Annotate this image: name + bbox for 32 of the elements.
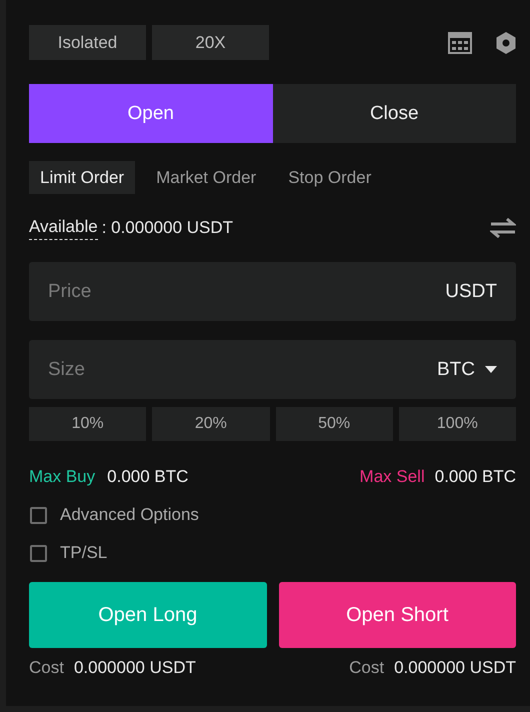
margin-mode-button[interactable]: Isolated <box>29 25 146 60</box>
percentage-button[interactable]: 50% <box>276 407 393 441</box>
short-button[interactable]: Open Short <box>278 582 516 648</box>
option-label: Advanced Options <box>60 505 199 525</box>
caret-icon <box>485 366 497 374</box>
cost-value: 0.000000 USDT <box>74 658 196 678</box>
cost-label: Cost <box>29 658 64 678</box>
max-buy-label: Max Buy <box>29 467 96 487</box>
percentage-button[interactable]: 100% <box>398 407 516 441</box>
order-type-tab[interactable]: Market Order <box>145 161 268 194</box>
price-unit: USDT <box>445 280 497 304</box>
transfer-icon[interactable] <box>490 218 516 238</box>
order-type-tab[interactable]: Limit Order <box>29 161 136 194</box>
checkbox[interactable] <box>30 544 47 562</box>
max-buy-value: 0.000 BTC <box>107 467 188 487</box>
percentage-button[interactable]: 10% <box>29 407 146 441</box>
option-label: TP/SL <box>60 543 108 563</box>
cost-value: 0.000000 USDT <box>394 658 516 678</box>
percentage-button[interactable]: 20% <box>152 407 270 441</box>
available-balance: : 0.000000 USDT <box>102 218 234 238</box>
size-unit-dropdown[interactable]: BTC <box>437 340 497 399</box>
cost-label: Cost <box>349 658 384 678</box>
side-tab[interactable]: Open <box>29 84 272 143</box>
max-sell-label: Max Sell <box>360 467 425 487</box>
leverage-button[interactable]: 20X <box>152 25 269 60</box>
side-tab[interactable]: Close <box>272 84 516 143</box>
calculator-icon[interactable] <box>448 32 472 54</box>
settings-icon[interactable] <box>496 32 516 54</box>
available-label: Available <box>29 216 98 240</box>
checkbox[interactable] <box>30 506 47 524</box>
max-sell-value: 0.000 BTC <box>434 467 516 487</box>
order-type-tab[interactable]: Stop Order <box>277 161 382 194</box>
